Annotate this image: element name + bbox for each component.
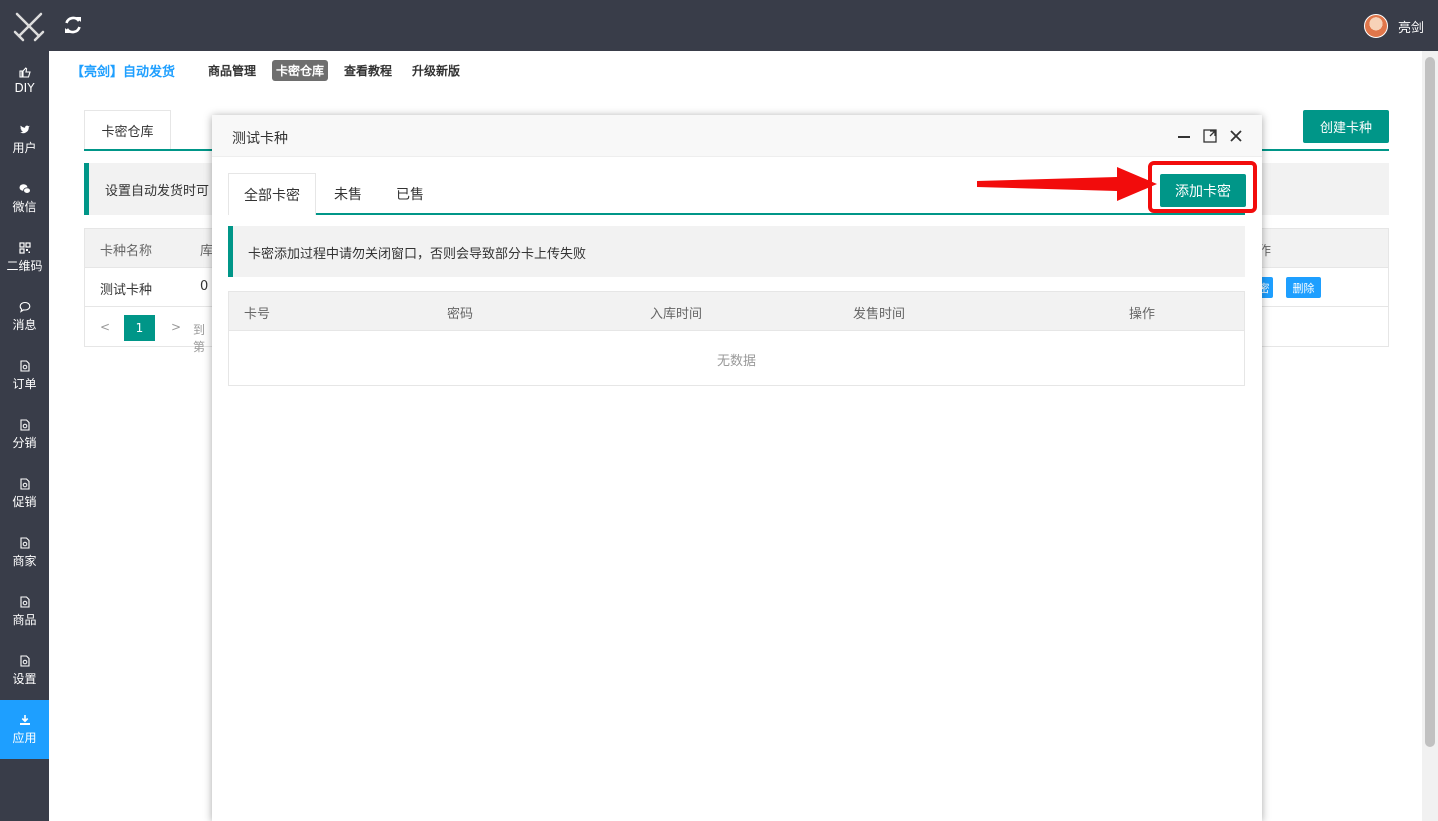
qrcode-icon [18,241,31,254]
page-notice-text: 设置自动发货时可 [105,184,210,199]
close-icon[interactable] [1228,128,1244,144]
modal-title: 测试卡种 [232,131,288,147]
sidebar: DIY 用户 微信 二维码 消息 订单 分销 促销 商家 商品 设置 应用 [0,51,49,821]
empty-state: 无数据 [716,353,756,369]
add-card-button[interactable]: 添加卡密 [1160,174,1246,207]
file-icon [19,654,30,667]
card-type-modal: 测试卡种 全部卡密 未售 已售 添加卡密 卡密添加过程中请勿关闭窗口，否则会导致… [212,115,1262,821]
file-icon [19,595,30,608]
tab-card-warehouse[interactable]: 卡密仓库 [84,110,171,150]
sidebar-item-label: 促销 [12,494,37,509]
nav-card-warehouse[interactable]: 卡密仓库 [272,60,329,81]
col-stock-in-time: 入库时间 [650,307,703,322]
sidebar-item-settings[interactable]: 设置 [0,641,49,700]
sidebar-item-label: 商品 [12,612,37,627]
wechat-icon [19,183,31,194]
scrollbar[interactable] [1422,51,1438,821]
sidebar-item-label: 分销 [12,435,37,450]
next-page-icon[interactable]: > [171,320,181,334]
file-icon [19,477,30,490]
sidebar-item-products[interactable]: 商品 [0,582,49,641]
cards-table: 卡号 密码 入库时间 发售时间 操作 无数据 [228,291,1245,386]
sidebar-item-label: 用户 [12,140,37,155]
modal-notice-text: 卡密添加过程中请勿关闭窗口，否则会导致部分卡上传失败 [248,247,587,262]
scrollbar-thumb[interactable] [1425,57,1435,747]
delete-button[interactable]: 删除 [1286,277,1321,298]
sidebar-item-merchants[interactable]: 商家 [0,523,49,582]
cell-stock: 0 [200,279,209,294]
thumbs-up-icon [18,67,31,78]
sidebar-item-diy[interactable]: DIY [0,51,49,110]
nav-upgrade[interactable]: 升级新版 [408,60,464,81]
sidebar-item-promotion[interactable]: 促销 [0,464,49,523]
nav-product-management[interactable]: 商品管理 [204,60,260,81]
tab-sold[interactable]: 已售 [388,173,432,215]
sidebar-item-label: 消息 [12,317,37,332]
col-card-number: 卡号 [244,307,271,322]
modal-header: 测试卡种 [212,115,1262,157]
col-sale-time: 发售时间 [853,307,906,322]
col-password: 密码 [447,307,474,322]
sidebar-item-qrcode[interactable]: 二维码 [0,228,49,287]
sidebar-item-orders[interactable]: 订单 [0,346,49,405]
page-number-current[interactable]: 1 [124,315,155,341]
sidebar-item-label: 商家 [12,553,37,568]
download-icon [19,714,30,725]
cell-name: 测试卡种 [100,283,153,298]
table-header: 卡号 密码 入库时间 发售时间 操作 [229,292,1244,331]
maximize-icon[interactable] [1202,128,1218,144]
goto-page-label: 到第 [193,323,206,354]
file-icon [19,536,30,549]
tab-all-cards[interactable]: 全部卡密 [228,173,316,215]
annotation-arrow-icon [977,167,1157,201]
sidebar-item-label: 微信 [12,199,37,214]
modal-notice: 卡密添加过程中请勿关闭窗口，否则会导致部分卡上传失败 [228,226,1245,277]
tab-unsold[interactable]: 未售 [326,173,370,215]
sidebar-item-apps[interactable]: 应用 [0,700,49,759]
nav-tutorial[interactable]: 查看教程 [340,60,396,81]
top-bar: 亮剑 [0,0,1438,51]
refresh-icon[interactable] [62,14,84,36]
col-name: 卡种名称 [100,244,153,259]
sidebar-item-distribution[interactable]: 分销 [0,405,49,464]
crossed-swords-logo-icon[interactable] [12,10,46,42]
sidebar-item-label: 二维码 [6,258,43,273]
brand-title: 【亮剑】自动发货 [71,65,176,80]
avatar [1363,14,1388,38]
sidebar-item-label: 设置 [12,671,37,686]
file-icon [19,418,30,431]
sidebar-item-wechat[interactable]: 微信 [0,169,49,228]
sidebar-item-label: DIY [14,81,35,95]
user-menu[interactable]: 亮剑 [1363,14,1424,38]
minimize-icon[interactable] [1176,128,1192,144]
sidebar-item-label: 订单 [12,376,37,391]
sidebar-item-label: 应用 [12,730,37,745]
create-card-type-button[interactable]: 创建卡种 [1303,110,1389,143]
top-nav: 商品管理 卡密仓库 查看教程 升级新版 [204,60,464,81]
file-icon [19,359,30,372]
chat-icon [19,301,30,313]
user-name: 亮剑 [1397,20,1424,36]
twitter-icon [19,125,30,133]
sidebar-item-messages[interactable]: 消息 [0,287,49,346]
sidebar-item-users[interactable]: 用户 [0,110,49,169]
col-actions: 操作 [1129,307,1156,322]
prev-page-icon[interactable]: < [100,320,110,334]
